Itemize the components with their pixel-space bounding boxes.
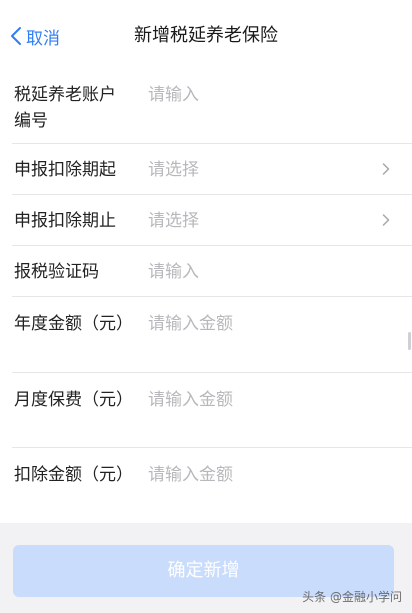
field-label: 申报扣除期起	[14, 160, 116, 180]
form-row-verification-code: 报税验证码	[0, 246, 412, 297]
field-label: 扣除金额（元）	[14, 465, 133, 485]
field-label: 月度保费（元）	[14, 390, 133, 410]
chevron-right-icon	[382, 163, 390, 175]
deduction-amount-input[interactable]	[148, 462, 372, 488]
form-row-account-number: 税延养老账户编号	[0, 68, 412, 144]
form-row-period-start[interactable]: 申报扣除期起 请选择	[0, 144, 412, 195]
insurance-form: 税延养老账户编号 申报扣除期起 请选择 申报扣除期止 请选择 报税验证码	[0, 68, 412, 523]
form-row-deduction-amount: 扣除金额（元）	[0, 448, 412, 523]
watermark: 头条 @金融小学问	[302, 590, 402, 604]
scrollbar[interactable]	[408, 332, 411, 350]
chevron-right-icon	[382, 214, 390, 226]
field-label: 年度金额（元）	[14, 314, 133, 334]
period-start-select[interactable]: 请选择	[148, 157, 372, 183]
monthly-premium-input[interactable]	[148, 387, 372, 413]
annual-amount-input[interactable]	[148, 311, 372, 337]
period-end-select[interactable]: 请选择	[148, 208, 372, 234]
page: 取消 新增税延养老保险 税延养老账户编号 申报扣除期起 请选择 申报扣除期止 请…	[0, 0, 412, 613]
account-number-input[interactable]	[148, 82, 372, 108]
verification-code-input[interactable]	[148, 259, 372, 285]
form-row-period-end[interactable]: 申报扣除期止 请选择	[0, 195, 412, 246]
form-row-annual-amount: 年度金额（元）	[0, 297, 412, 373]
navbar: 取消 新增税延养老保险	[0, 0, 412, 68]
field-label: 报税验证码	[14, 262, 99, 282]
field-label: 税延养老账户编号	[14, 85, 116, 131]
page-title: 新增税延养老保险	[134, 25, 278, 46]
form-row-monthly-premium: 月度保费（元）	[0, 373, 412, 448]
footer: 确定新增 头条 @金融小学问	[0, 523, 412, 613]
field-label: 申报扣除期止	[14, 211, 116, 231]
